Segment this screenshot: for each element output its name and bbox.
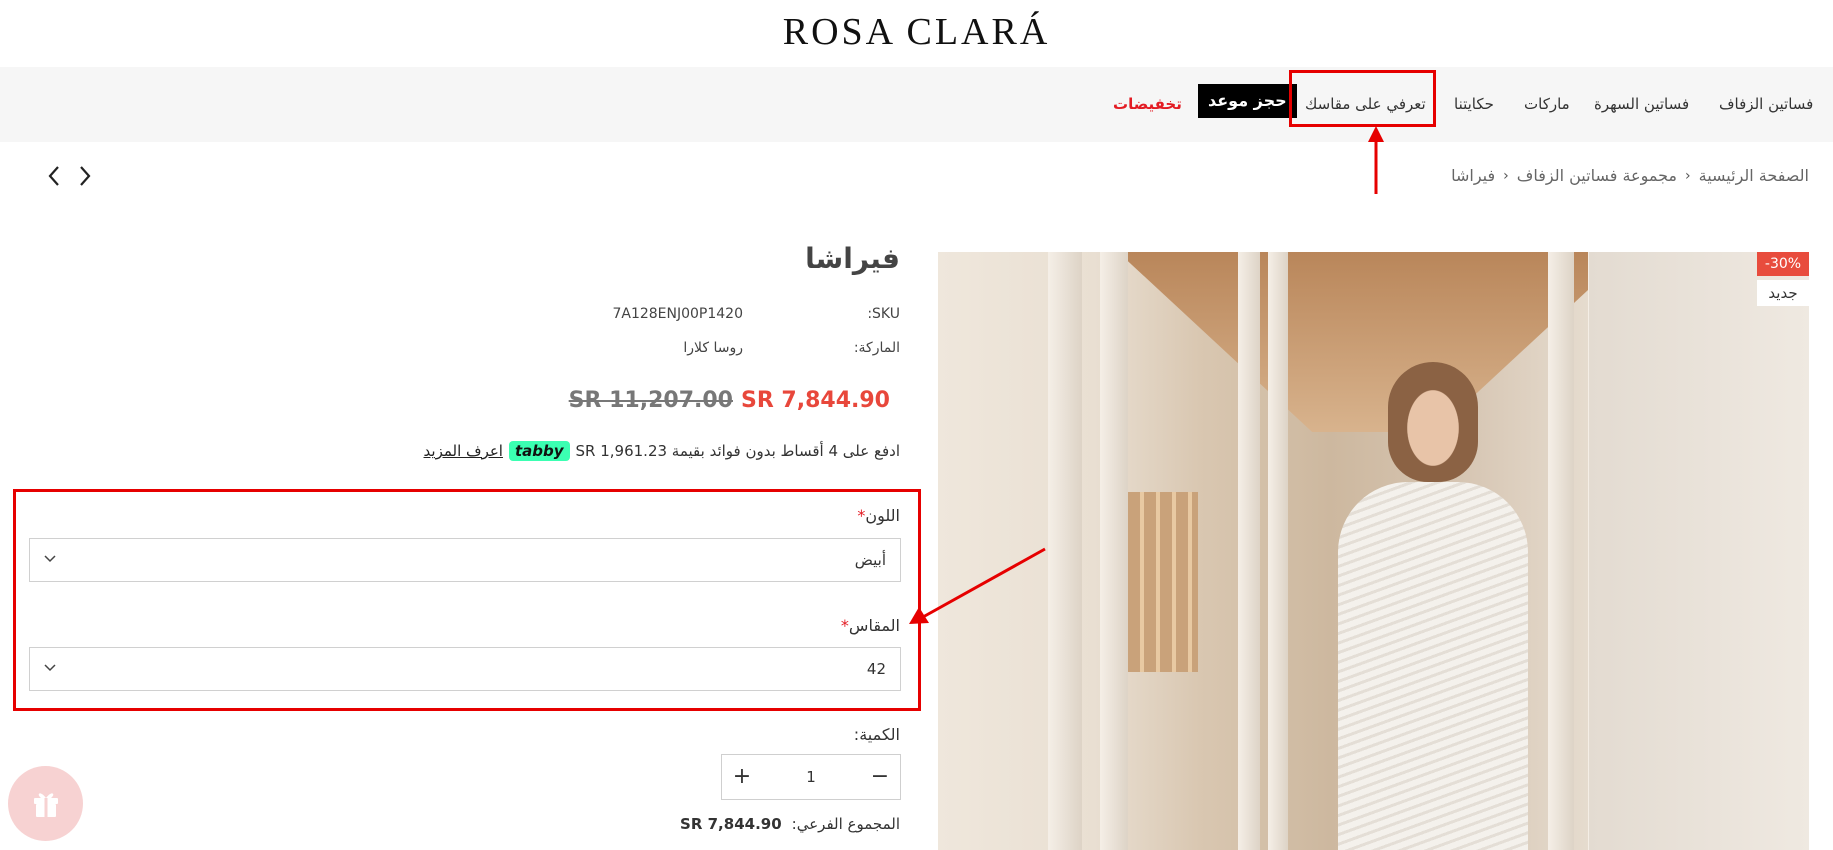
- product-title: فيراشا: [805, 242, 900, 275]
- subtotal-value: SR 7,844.90: [680, 815, 782, 833]
- main-nav: فساتين الزفاف فساتين السهرة ماركات حكايت…: [0, 67, 1833, 142]
- quantity-stepper: + 1 −: [721, 754, 901, 800]
- brand-value: روسا كلارا: [683, 340, 743, 356]
- breadcrumb-collection[interactable]: مجموعة فساتين الزفاف: [1517, 166, 1677, 185]
- annotation-arrow-up: [1368, 126, 1384, 194]
- tabby-logo: tabby: [508, 441, 570, 461]
- chevron-left-icon: ‹: [1503, 167, 1509, 184]
- chevron-right-icon[interactable]: [78, 164, 92, 194]
- annotation-options-box: [13, 489, 921, 711]
- product-image[interactable]: [938, 252, 1809, 850]
- sku-label: SKU:: [867, 306, 900, 322]
- sale-price: SR 7,844.90: [740, 388, 890, 413]
- nav-item-our-story[interactable]: حكايتنا: [1454, 67, 1494, 142]
- minus-icon[interactable]: −: [860, 755, 900, 799]
- annotation-arrow-left: [909, 547, 1046, 624]
- annotation-highlight-box: [1289, 70, 1436, 127]
- chevron-left-icon: ‹: [1685, 167, 1691, 184]
- discount-badge: -30%: [1757, 252, 1809, 276]
- tabby-learn-more-link[interactable]: اعرف المزيد: [424, 442, 503, 460]
- brand-logo[interactable]: ROSA CLARÁ: [0, 10, 1833, 54]
- price-block: SR 7,844.90 SR 11,207.00: [569, 388, 890, 413]
- new-badge: جديد: [1757, 280, 1809, 306]
- nav-item-sale[interactable]: تخفيضات: [1113, 67, 1182, 142]
- gift-button[interactable]: [8, 766, 83, 841]
- gift-icon: [34, 793, 58, 817]
- nav-item-brands[interactable]: ماركات: [1524, 67, 1570, 142]
- breadcrumb-current: فيراشا: [1451, 166, 1496, 185]
- breadcrumb-home[interactable]: الصفحة الرئيسية: [1699, 166, 1809, 185]
- book-appointment-button[interactable]: حجز موعد: [1198, 84, 1297, 118]
- nav-item-wedding-dresses[interactable]: فساتين الزفاف: [1719, 67, 1813, 142]
- breadcrumb: الصفحة الرئيسية ‹ مجموعة فساتين الزفاف ‹…: [1451, 166, 1809, 185]
- original-price: SR 11,207.00: [568, 388, 733, 413]
- sku-value: 7A128ENJ00P1420: [612, 306, 743, 322]
- quantity-value[interactable]: 1: [762, 755, 860, 799]
- subtotal-label: المجموع الفرعي:: [791, 815, 900, 833]
- subtotal: المجموع الفرعي: SR 7,844.90: [680, 815, 900, 833]
- chevron-left-icon[interactable]: [47, 164, 61, 194]
- model-figure: [1308, 362, 1558, 850]
- nav-item-evening-dresses[interactable]: فساتين السهرة: [1594, 67, 1689, 142]
- plus-icon[interactable]: +: [722, 755, 762, 799]
- tabby-installments: ادفع على 4 أقساط بدون فوائد بقيمة SR 1,9…: [424, 441, 900, 461]
- quantity-label: الكمية:: [853, 725, 900, 744]
- tabby-text: ادفع على 4 أقساط بدون فوائد بقيمة SR 1,9…: [575, 442, 900, 460]
- brand-label: الماركة:: [853, 340, 900, 356]
